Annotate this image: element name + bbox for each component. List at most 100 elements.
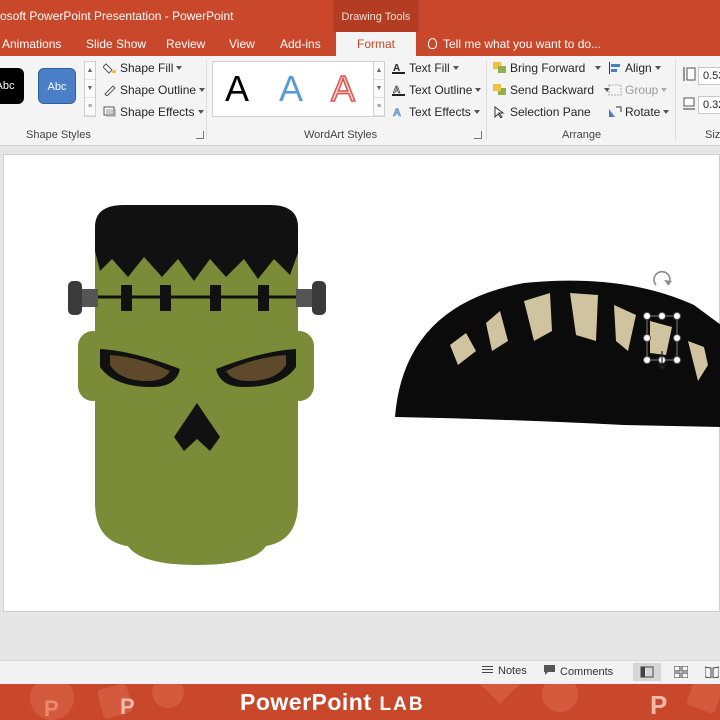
- shape-height-input[interactable]: 0.53: [698, 67, 720, 85]
- notes-label: Notes: [498, 665, 527, 677]
- shape-outline-button[interactable]: Shape Outline: [103, 80, 206, 100]
- tab-slide-show[interactable]: Slide Show: [86, 32, 146, 56]
- width-icon: [683, 97, 695, 110]
- svg-text:A: A: [393, 107, 401, 118]
- group-button[interactable]: Group: [608, 80, 668, 100]
- reading-view-icon[interactable]: [705, 666, 719, 678]
- shape-effects-button[interactable]: Shape Effects: [103, 102, 204, 122]
- left-bolt[interactable]: [82, 289, 98, 307]
- comments-button[interactable]: Comments: [544, 665, 613, 678]
- right-bolt[interactable]: [296, 289, 312, 307]
- slide-editing-area: [0, 146, 720, 660]
- shape-styles-gallery-scroll[interactable]: ▲ ▼ ≡: [84, 61, 96, 117]
- send-backward-button[interactable]: Send Backward: [493, 80, 611, 100]
- text-effects-icon: A: [393, 107, 402, 118]
- text-fill-icon: A: [392, 63, 405, 74]
- ribbon-tabs: Animations Slide Show Review View Add-in…: [0, 32, 720, 56]
- shape-styles-group-label: Shape Styles: [26, 129, 91, 141]
- frankenstein-head[interactable]: [68, 205, 326, 565]
- resize-handle[interactable]: [643, 312, 651, 320]
- wordart-sample-black[interactable]: A: [225, 68, 249, 110]
- tell-me-text: Tell me what you want to do...: [443, 37, 602, 51]
- rotate-label: Rotate: [625, 105, 661, 119]
- normal-view-icon[interactable]: [633, 663, 661, 681]
- shape-style-swatch-black[interactable]: Abc: [0, 68, 24, 104]
- wordart-styles-dialog-launcher[interactable]: [474, 131, 482, 139]
- align-button[interactable]: Align: [608, 58, 661, 78]
- ribbon-separator: [675, 60, 676, 140]
- rotate-button[interactable]: Rotate: [608, 102, 670, 122]
- face-shape[interactable]: [95, 235, 298, 547]
- resize-handle[interactable]: [643, 334, 651, 342]
- send-backward-label: Send Backward: [510, 83, 595, 97]
- group-label: Group: [625, 83, 659, 97]
- banner-title-main: PowerPoint: [240, 689, 372, 715]
- tab-add-ins[interactable]: Add-ins: [280, 32, 321, 56]
- banner-title-suffix: LAB: [379, 694, 425, 715]
- scar-stitch[interactable]: [210, 285, 221, 311]
- title-bar: osoft PowerPoint Presentation - PowerPoi…: [0, 0, 720, 32]
- left-bolt-cap[interactable]: [68, 281, 82, 315]
- scar-stitch[interactable]: [121, 285, 132, 311]
- resize-handle[interactable]: [643, 356, 651, 364]
- lightbulb-icon: [428, 38, 437, 49]
- notes-button[interactable]: Notes: [482, 665, 527, 677]
- tab-view[interactable]: View: [229, 32, 255, 56]
- tab-animations[interactable]: Animations: [2, 32, 61, 56]
- wordart-sample-blue[interactable]: A: [279, 68, 303, 110]
- text-effects-label: Text Effects: [409, 105, 471, 119]
- slide-drawing: [68, 205, 720, 565]
- text-outline-button[interactable]: A Text Outline: [392, 80, 482, 100]
- bring-forward-label: Bring Forward: [510, 61, 586, 75]
- status-bar: Notes Comments: [0, 660, 720, 684]
- contextual-tab-group-drawing-tools: Drawing Tools: [333, 0, 419, 32]
- align-icon: [609, 62, 620, 74]
- resize-handle[interactable]: [673, 334, 681, 342]
- tab-review[interactable]: Review: [166, 32, 205, 56]
- tell-me-search[interactable]: Tell me what you want to do...: [428, 32, 601, 56]
- notes-icon: [482, 666, 493, 673]
- bring-forward-icon: [493, 62, 506, 73]
- wordart-gallery-scroll[interactable]: ▲ ▼ ≡: [373, 61, 385, 117]
- powerpoint-logo-watermark: P: [120, 694, 135, 719]
- ribbon-separator: [206, 60, 207, 140]
- shape-outline-icon: [104, 85, 116, 96]
- shape-fill-label: Shape Fill: [120, 61, 174, 75]
- comments-icon: [544, 665, 555, 675]
- resize-handle[interactable]: [673, 356, 681, 364]
- shape-width-input[interactable]: 0.32: [698, 96, 720, 114]
- shape-style-swatch-blue[interactable]: Abc: [38, 68, 76, 104]
- resize-handle[interactable]: [658, 312, 666, 320]
- right-bolt-cap[interactable]: [312, 281, 326, 315]
- slide[interactable]: [3, 154, 720, 612]
- dark-half-dome[interactable]: [395, 280, 720, 427]
- banner-title: PowerPoint LAB: [240, 689, 425, 716]
- slide-sorter-icon[interactable]: [674, 666, 688, 678]
- text-effects-button[interactable]: A Text Effects: [392, 102, 480, 122]
- ribbon: Abc Abc ▲▼≡ Shape Fill Shape Outline Sha…: [0, 56, 720, 146]
- tab-format[interactable]: Format: [336, 32, 416, 56]
- shape-fill-button[interactable]: Shape Fill: [103, 58, 183, 78]
- selection-pane-icon: [494, 106, 505, 118]
- hair-piece-shape[interactable]: [395, 280, 720, 427]
- align-label: Align: [625, 61, 652, 75]
- send-backward-icon: [493, 84, 506, 95]
- shape-effects-label: Shape Effects: [120, 105, 195, 119]
- powerpoint-lab-banner: P P P PowerPoint LAB: [0, 684, 720, 720]
- scar-stitch[interactable]: [160, 285, 171, 311]
- jaw-shape[interactable]: [124, 515, 270, 565]
- powerpoint-logo-watermark: P: [650, 690, 667, 720]
- shape-styles-dialog-launcher[interactable]: [196, 131, 204, 139]
- wordart-styles-group-label: WordArt Styles: [304, 129, 378, 141]
- arrange-group-label: Arrange: [562, 129, 602, 141]
- scar-stitch[interactable]: [258, 285, 269, 311]
- text-outline-label: Text Outline: [409, 83, 473, 97]
- selection-pane-button[interactable]: Selection Pane: [493, 102, 591, 122]
- selection-pane-label: Selection Pane: [510, 105, 591, 119]
- powerpoint-logo-watermark: P: [44, 696, 59, 720]
- bring-forward-button[interactable]: Bring Forward: [493, 58, 602, 78]
- text-fill-button[interactable]: A Text Fill: [392, 58, 459, 78]
- resize-handle[interactable]: [673, 312, 681, 320]
- wordart-sample-outline[interactable]: A: [330, 67, 356, 110]
- group-icon: [608, 84, 622, 96]
